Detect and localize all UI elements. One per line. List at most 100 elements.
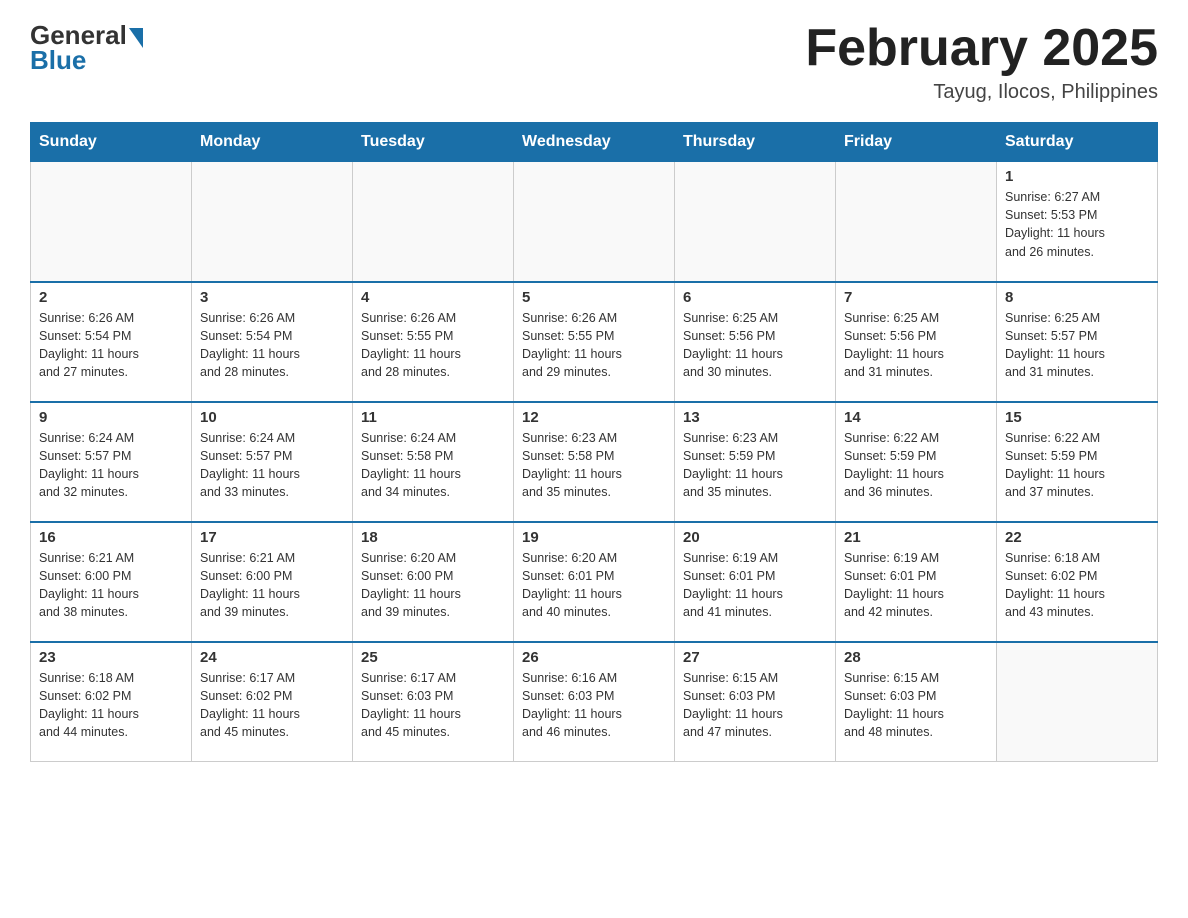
day-number: 24 (200, 649, 344, 666)
day-number: 11 (361, 409, 505, 426)
calendar-day-cell: 2 Sunrise: 6:26 AM Sunset: 5:54 PM Daylig… (31, 282, 192, 402)
day-info: Sunrise: 6:26 AM Sunset: 5:54 PM Dayligh… (39, 309, 183, 382)
calendar-day-cell (31, 162, 192, 282)
day-number: 23 (39, 649, 183, 666)
calendar-day-cell: 8 Sunrise: 6:25 AM Sunset: 5:57 PM Daylig… (997, 282, 1158, 402)
day-info: Sunrise: 6:25 AM Sunset: 5:56 PM Dayligh… (683, 309, 827, 382)
day-number: 2 (39, 289, 183, 306)
weekday-header-friday: Friday (836, 123, 997, 162)
day-info: Sunrise: 6:17 AM Sunset: 6:03 PM Dayligh… (361, 669, 505, 742)
day-number: 12 (522, 409, 666, 426)
calendar-day-cell (514, 162, 675, 282)
day-number: 21 (844, 529, 988, 546)
weekday-header-tuesday: Tuesday (353, 123, 514, 162)
day-number: 3 (200, 289, 344, 306)
calendar-day-cell: 16Sunrise: 6:21 AM Sunset: 6:00 PM Dayli… (31, 522, 192, 642)
calendar-day-cell: 22 Sunrise: 6:18 AM Sunset: 6:02 PM Dayli… (997, 522, 1158, 642)
day-info: Sunrise: 6:20 AM Sunset: 6:01 PM Dayligh… (522, 549, 666, 622)
day-number: 26 (522, 649, 666, 666)
day-info: Sunrise: 6:24 AM Sunset: 5:57 PM Dayligh… (200, 429, 344, 502)
calendar-day-cell: 3 Sunrise: 6:26 AM Sunset: 5:54 PM Daylig… (192, 282, 353, 402)
day-info: Sunrise: 6:18 AM Sunset: 6:02 PM Dayligh… (1005, 549, 1149, 622)
day-info: Sunrise: 6:19 AM Sunset: 6:01 PM Dayligh… (844, 549, 988, 622)
day-info: Sunrise: 6:25 AM Sunset: 5:56 PM Dayligh… (844, 309, 988, 382)
day-info: Sunrise: 6:25 AM Sunset: 5:57 PM Dayligh… (1005, 309, 1149, 382)
calendar-day-cell: 28Sunrise: 6:15 AM Sunset: 6:03 PM Dayli… (836, 642, 997, 762)
calendar-day-cell: 15 Sunrise: 6:22 AM Sunset: 5:59 PM Dayli… (997, 402, 1158, 522)
calendar-day-cell: 14Sunrise: 6:22 AM Sunset: 5:59 PM Dayli… (836, 402, 997, 522)
calendar-day-cell: 13 Sunrise: 6:23 AM Sunset: 5:59 PM Dayli… (675, 402, 836, 522)
calendar-day-cell (836, 162, 997, 282)
weekday-header-sunday: Sunday (31, 123, 192, 162)
logo: General Blue (30, 20, 143, 76)
calendar-day-cell: 11Sunrise: 6:24 AM Sunset: 5:58 PM Dayli… (353, 402, 514, 522)
logo-arrow-icon (129, 28, 143, 48)
day-info: Sunrise: 6:23 AM Sunset: 5:59 PM Dayligh… (683, 429, 827, 502)
calendar-day-cell: 21 Sunrise: 6:19 AM Sunset: 6:01 PM Dayli… (836, 522, 997, 642)
calendar-week-row: 23 Sunrise: 6:18 AM Sunset: 6:02 PM Dayli… (31, 642, 1158, 762)
day-info: Sunrise: 6:15 AM Sunset: 6:03 PM Dayligh… (683, 669, 827, 742)
weekday-header-wednesday: Wednesday (514, 123, 675, 162)
day-info: Sunrise: 6:26 AM Sunset: 5:55 PM Dayligh… (361, 309, 505, 382)
calendar-day-cell: 9Sunrise: 6:24 AM Sunset: 5:57 PM Daylig… (31, 402, 192, 522)
day-info: Sunrise: 6:20 AM Sunset: 6:00 PM Dayligh… (361, 549, 505, 622)
day-number: 5 (522, 289, 666, 306)
calendar-week-row: 2 Sunrise: 6:26 AM Sunset: 5:54 PM Daylig… (31, 282, 1158, 402)
calendar-day-cell: 12 Sunrise: 6:23 AM Sunset: 5:58 PM Dayli… (514, 402, 675, 522)
calendar-day-cell: 1Sunrise: 6:27 AM Sunset: 5:53 PM Daylig… (997, 162, 1158, 282)
day-number: 7 (844, 289, 988, 306)
day-info: Sunrise: 6:18 AM Sunset: 6:02 PM Dayligh… (39, 669, 183, 742)
day-number: 22 (1005, 529, 1149, 546)
day-info: Sunrise: 6:16 AM Sunset: 6:03 PM Dayligh… (522, 669, 666, 742)
day-number: 1 (1005, 168, 1149, 185)
calendar-day-cell: 6 Sunrise: 6:25 AM Sunset: 5:56 PM Daylig… (675, 282, 836, 402)
day-number: 27 (683, 649, 827, 666)
weekday-header-thursday: Thursday (675, 123, 836, 162)
page-header: General Blue February 2025 Tayug, Ilocos… (30, 20, 1158, 104)
day-info: Sunrise: 6:26 AM Sunset: 5:54 PM Dayligh… (200, 309, 344, 382)
calendar-week-row: 16 Sunrise: 6:21 AM Sunset: 6:00 PM Dayli… (31, 522, 1158, 642)
calendar-week-row: 9Sunrise: 6:24 AM Sunset: 5:57 PM Daylig… (31, 402, 1158, 522)
calendar-day-cell: 7 Sunrise: 6:25 AM Sunset: 5:56 PM Daylig… (836, 282, 997, 402)
weekday-header-monday: Monday (192, 123, 353, 162)
day-info: Sunrise: 6:19 AM Sunset: 6:01 PM Dayligh… (683, 549, 827, 622)
calendar-day-cell: 17 Sunrise: 6:21 AM Sunset: 6:00 PM Dayli… (192, 522, 353, 642)
day-number: 6 (683, 289, 827, 306)
weekday-header-row: SundayMondayTuesdayWednesdayThursdayFrid… (31, 123, 1158, 162)
day-number: 28 (844, 649, 988, 666)
day-number: 18 (361, 529, 505, 546)
day-info: Sunrise: 6:17 AM Sunset: 6:02 PM Dayligh… (200, 669, 344, 742)
day-number: 8 (1005, 289, 1149, 306)
calendar-day-cell: 4 Sunrise: 6:26 AM Sunset: 5:55 PM Daylig… (353, 282, 514, 402)
day-info: Sunrise: 6:21 AM Sunset: 6:00 PM Dayligh… (200, 549, 344, 622)
location-title: Tayug, Ilocos, Philippines (805, 81, 1158, 104)
calendar-day-cell: 20 Sunrise: 6:19 AM Sunset: 6:01 PM Dayli… (675, 522, 836, 642)
day-number: 17 (200, 529, 344, 546)
calendar-day-cell: 24 Sunrise: 6:17 AM Sunset: 6:02 PM Dayli… (192, 642, 353, 762)
day-number: 15 (1005, 409, 1149, 426)
weekday-header-saturday: Saturday (997, 123, 1158, 162)
day-info: Sunrise: 6:22 AM Sunset: 5:59 PM Dayligh… (1005, 429, 1149, 502)
day-number: 19 (522, 529, 666, 546)
day-number: 10 (200, 409, 344, 426)
day-number: 20 (683, 529, 827, 546)
calendar-day-cell: 18 Sunrise: 6:20 AM Sunset: 6:00 PM Dayli… (353, 522, 514, 642)
calendar-week-row: 1Sunrise: 6:27 AM Sunset: 5:53 PM Daylig… (31, 162, 1158, 282)
day-number: 16 (39, 529, 183, 546)
calendar-day-cell: 27 Sunrise: 6:15 AM Sunset: 6:03 PM Dayli… (675, 642, 836, 762)
calendar-day-cell: 5 Sunrise: 6:26 AM Sunset: 5:55 PM Daylig… (514, 282, 675, 402)
day-info: Sunrise: 6:24 AM Sunset: 5:57 PM Dayligh… (39, 429, 183, 502)
calendar-day-cell (353, 162, 514, 282)
month-title: February 2025 (805, 20, 1158, 77)
calendar-day-cell: 10 Sunrise: 6:24 AM Sunset: 5:57 PM Dayli… (192, 402, 353, 522)
calendar-day-cell: 19 Sunrise: 6:20 AM Sunset: 6:01 PM Dayli… (514, 522, 675, 642)
day-number: 4 (361, 289, 505, 306)
day-info: Sunrise: 6:26 AM Sunset: 5:55 PM Dayligh… (522, 309, 666, 382)
day-number: 25 (361, 649, 505, 666)
day-info: Sunrise: 6:23 AM Sunset: 5:58 PM Dayligh… (522, 429, 666, 502)
calendar-day-cell: 25 Sunrise: 6:17 AM Sunset: 6:03 PM Dayli… (353, 642, 514, 762)
logo-blue-text: Blue (30, 45, 86, 76)
calendar-body: 1Sunrise: 6:27 AM Sunset: 5:53 PM Daylig… (31, 162, 1158, 762)
day-number: 13 (683, 409, 827, 426)
calendar-day-cell: 23 Sunrise: 6:18 AM Sunset: 6:02 PM Dayli… (31, 642, 192, 762)
